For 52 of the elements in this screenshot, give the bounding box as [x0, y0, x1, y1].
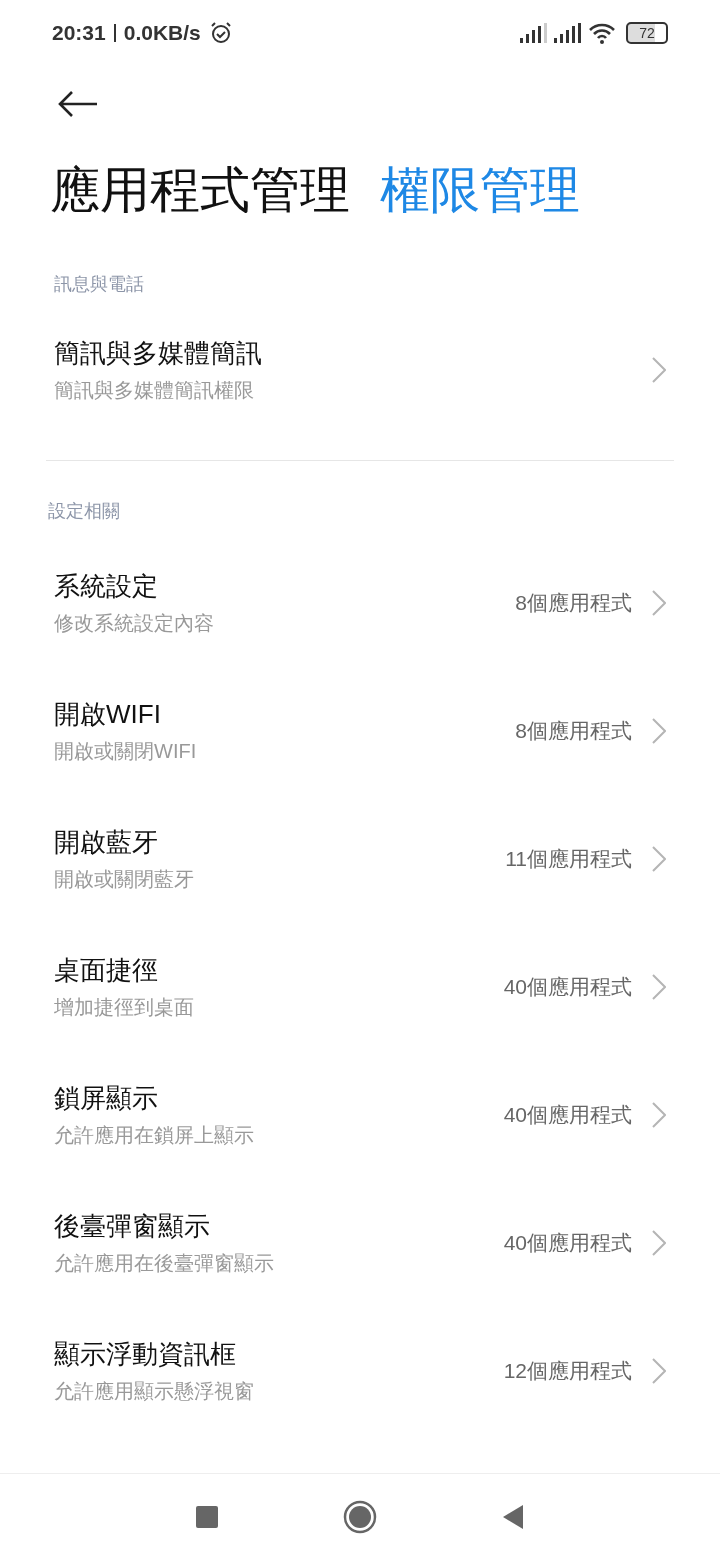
- app-count: 11個應用程式: [505, 846, 632, 872]
- section-header: 訊息與電話: [53, 273, 145, 296]
- item-description: 增加捷徑到桌面: [54, 995, 195, 1020]
- settings-item[interactable]: 開啟WIFI 開啟或關閉WIFI 8個應用程式: [46, 667, 674, 795]
- back-button[interactable]: [502, 1504, 524, 1530]
- settings-item[interactable]: 簡訊與多媒體簡訊 簡訊與多媒體簡訊權限: [46, 312, 674, 428]
- item-description: 允許應用在後臺彈窗顯示: [54, 1251, 275, 1276]
- item-description: 簡訊與多媒體簡訊權限: [54, 378, 255, 403]
- status-time: 20:31: [52, 21, 106, 45]
- item-title: 顯示浮動資訊框: [54, 1338, 237, 1371]
- item-title: 鎖屏顯示: [54, 1082, 159, 1115]
- settings-item[interactable]: 後臺彈窗顯示 允許應用在後臺彈窗顯示 40個應用程式: [46, 1179, 674, 1307]
- settings-item[interactable]: 開啟藍牙 開啟或關閉藍牙 11個應用程式: [46, 795, 674, 923]
- item-description: 允許應用在鎖屏上顯示: [54, 1123, 255, 1148]
- wifi-icon: [588, 22, 616, 44]
- chevron-right-icon: [652, 357, 666, 383]
- back-arrow-icon[interactable]: [58, 91, 98, 117]
- chevron-right-icon: [652, 718, 666, 744]
- item-title: 簡訊與多媒體簡訊: [54, 337, 263, 370]
- chevron-right-icon: [652, 1102, 666, 1128]
- chevron-right-icon: [652, 1358, 666, 1384]
- chevron-right-icon: [652, 846, 666, 872]
- app-count: 8個應用程式: [515, 718, 632, 744]
- settings-item[interactable]: 顯示浮動資訊框 允許應用顯示懸浮視窗 12個應用程式: [46, 1307, 674, 1435]
- chevron-right-icon: [652, 974, 666, 1000]
- item-description: 開啟或關閉WIFI: [54, 739, 198, 764]
- home-button[interactable]: [343, 1500, 377, 1534]
- item-title: 桌面捷徑: [54, 954, 159, 987]
- chevron-right-icon: [652, 1230, 666, 1256]
- section-header: 設定相關: [47, 500, 121, 523]
- app-count: 12個應用程式: [503, 1358, 632, 1384]
- settings-item[interactable]: 桌面捷徑 增加捷徑到桌面 40個應用程式: [46, 923, 674, 1051]
- page-title: 應用程式管理: [50, 161, 350, 220]
- signal-icon: [520, 23, 548, 43]
- item-description: 開啟或關閉藍牙: [54, 867, 195, 892]
- app-count: 40個應用程式: [503, 1230, 632, 1256]
- chevron-right-icon: [652, 590, 666, 616]
- signal-icon: [554, 23, 582, 43]
- network-speed: 0.0KB/s: [123, 21, 201, 45]
- page-subtitle: 權限管理: [380, 161, 580, 220]
- app-count: 8個應用程式: [515, 590, 632, 616]
- battery-indicator: 72: [626, 22, 668, 44]
- item-title: 開啟藍牙: [54, 826, 159, 859]
- item-title: 系統設定: [54, 570, 159, 603]
- item-title: 後臺彈窗顯示: [54, 1210, 211, 1243]
- settings-item[interactable]: 系統設定 修改系統設定內容 8個應用程式: [46, 539, 674, 667]
- settings-item[interactable]: 鎖屏顯示 允許應用在鎖屏上顯示 40個應用程式: [46, 1051, 674, 1179]
- item-description: 允許應用顯示懸浮視窗: [54, 1379, 255, 1404]
- item-title: 開啟WIFI: [54, 698, 162, 731]
- item-description: 修改系統設定內容: [54, 611, 215, 636]
- app-count: 40個應用程式: [503, 974, 632, 1000]
- app-count: 40個應用程式: [503, 1102, 632, 1128]
